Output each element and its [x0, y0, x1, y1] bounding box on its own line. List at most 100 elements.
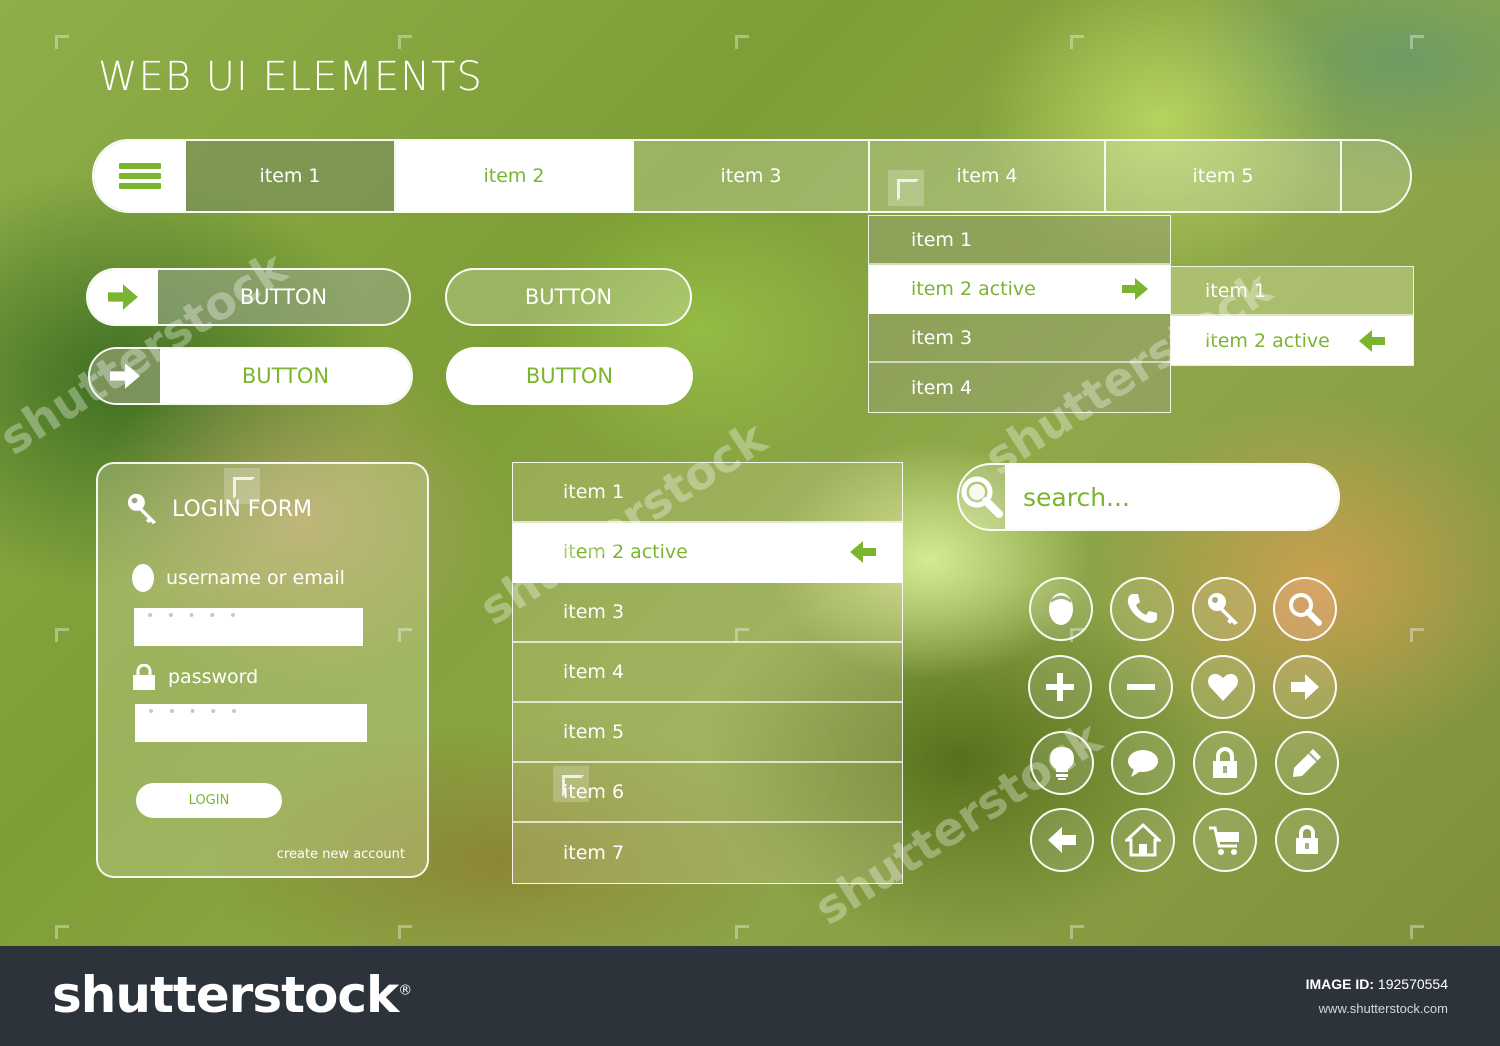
icon-button-home[interactable] — [1111, 808, 1175, 872]
user-icon — [132, 564, 154, 592]
nav-item-3[interactable]: item 3 — [634, 141, 870, 211]
icon-button-lock[interactable] — [1193, 731, 1257, 795]
top-nav-bar: item 1 item 2 item 3 item 4 item 5 — [92, 139, 1412, 213]
lock-icon — [1213, 747, 1237, 778]
arrow-left-icon — [850, 541, 876, 563]
arrow-left-icon — [1048, 827, 1076, 853]
list-item-2-active[interactable]: item 2 active — [513, 523, 902, 583]
dropdown-item-4[interactable]: item 4 — [869, 363, 1170, 412]
dropdown-item-label: item 2 active — [911, 277, 1036, 300]
username-label-row: username or email — [132, 564, 345, 592]
lock-icon — [1296, 825, 1318, 854]
arrow-left-icon — [1359, 329, 1385, 352]
chat-bubble-icon — [1128, 750, 1158, 777]
search-icon — [1289, 593, 1322, 626]
nav-item-4[interactable]: item 4 — [870, 141, 1106, 211]
lock-icon — [133, 664, 155, 690]
list-item-1[interactable]: item 1 — [513, 463, 902, 523]
login-button[interactable]: LOGIN — [136, 783, 282, 818]
watermark-corner-icon — [1070, 925, 1084, 939]
create-account-link[interactable]: create new account — [277, 847, 405, 862]
search-icon — [961, 476, 1003, 518]
nav-submenu: item 1 item 2 active — [1171, 266, 1414, 366]
nav-end-cap — [1342, 141, 1410, 211]
watermark-corner-icon — [55, 35, 69, 49]
list-item-label: item 2 active — [563, 541, 688, 563]
plus-icon — [1046, 673, 1074, 701]
watermark-corner-icon — [1410, 628, 1424, 642]
minus-icon — [1127, 684, 1155, 690]
dropdown-item-3[interactable]: item 3 — [869, 314, 1170, 363]
cart-icon — [1209, 826, 1239, 855]
icon-button-plus[interactable] — [1028, 655, 1092, 719]
search-input[interactable] — [1005, 465, 1338, 529]
watermark-corner-icon — [735, 925, 749, 939]
list-item-5[interactable]: item 5 — [513, 703, 902, 763]
dropdown-item-1[interactable]: item 1 — [869, 216, 1170, 265]
password-label: password — [168, 666, 259, 688]
search-button[interactable] — [959, 465, 1005, 529]
button-icon-filled[interactable]: BUTTON — [86, 268, 411, 326]
watermark-corner-icon — [735, 35, 749, 49]
watermark-corner-icon — [1410, 925, 1424, 939]
icon-button-search[interactable] — [1273, 577, 1337, 641]
button-icon-outline[interactable]: BUTTON — [88, 347, 413, 405]
icon-button-cart[interactable] — [1193, 808, 1257, 872]
lightbulb-icon — [1050, 747, 1074, 780]
nav-item-1[interactable]: item 1 — [186, 141, 396, 211]
nav-item-2-active[interactable]: item 2 — [396, 141, 634, 211]
login-form-header: LOGIN FORM — [126, 492, 312, 526]
stock-footer: shutterstock® IMAGE ID: 192570554 www.sh… — [0, 946, 1500, 1046]
footer-site: www.shutterstock.com — [1318, 1001, 1448, 1016]
submenu-item-2-active[interactable]: item 2 active — [1171, 316, 1413, 365]
login-form: LOGIN FORM username or email • • • • • p… — [96, 462, 429, 878]
list-item-4[interactable]: item 4 — [513, 643, 902, 703]
nav-item-5[interactable]: item 5 — [1106, 141, 1342, 211]
button-filled[interactable]: BUTTON — [446, 347, 693, 405]
password-field[interactable]: • • • • • — [135, 704, 367, 742]
username-field[interactable]: • • • • • — [134, 608, 363, 646]
watermark-corner-icon — [55, 628, 69, 642]
footer-brand-text: shutterstock — [52, 966, 399, 1024]
image-id-label: IMAGE ID: — [1305, 976, 1375, 992]
arrow-right-icon — [1291, 674, 1319, 700]
submenu-item-1[interactable]: item 1 — [1171, 267, 1413, 316]
list-item-7[interactable]: item 7 — [513, 823, 902, 883]
watermark-corner-icon — [398, 925, 412, 939]
footer-brand-logo: shutterstock® — [52, 966, 412, 1024]
canvas: WEB UI ELEMENTS item 1 item 2 item 3 ite… — [0, 0, 1500, 946]
arrow-right-icon — [1122, 277, 1148, 300]
button-outline[interactable]: BUTTON — [445, 268, 692, 326]
dropdown-item-2-active[interactable]: item 2 active — [869, 265, 1170, 314]
key-icon — [127, 493, 157, 525]
arrow-right-icon — [110, 363, 140, 389]
phone-icon — [1127, 594, 1157, 623]
button-label: BUTTON — [160, 349, 411, 403]
menu-button[interactable] — [94, 141, 186, 211]
icon-button-minus[interactable] — [1109, 655, 1173, 719]
icon-button-arrow-left[interactable] — [1030, 808, 1094, 872]
watermark-corner-icon — [1070, 35, 1084, 49]
icon-button-lock-2[interactable] — [1275, 808, 1339, 872]
home-icon — [1125, 822, 1161, 857]
password-label-row: password — [132, 664, 258, 690]
icon-button-phone[interactable] — [1110, 577, 1174, 641]
icon-button-user[interactable] — [1029, 577, 1093, 641]
icon-button-chat[interactable] — [1111, 731, 1175, 795]
hamburger-icon — [119, 163, 161, 189]
list-item-3[interactable]: item 3 — [513, 583, 902, 643]
submenu-item-label: item 2 active — [1205, 329, 1330, 352]
watermark-corner-icon — [1410, 35, 1424, 49]
list-item-6[interactable]: item 6 — [513, 763, 902, 823]
watermark-corner-icon — [398, 35, 412, 49]
image-id-value: 192570554 — [1377, 976, 1448, 992]
key-icon — [1208, 593, 1238, 625]
icon-button-heart[interactable] — [1191, 655, 1255, 719]
icon-button-pencil[interactable] — [1275, 731, 1339, 795]
user-icon — [1049, 593, 1073, 625]
icon-button-arrow-right[interactable] — [1273, 655, 1337, 719]
icon-button-key[interactable] — [1192, 577, 1256, 641]
icon-button-lightbulb[interactable] — [1030, 731, 1094, 795]
vertical-list: item 1 item 2 active item 3 item 4 item … — [512, 462, 903, 884]
login-form-title: LOGIN FORM — [172, 496, 313, 522]
